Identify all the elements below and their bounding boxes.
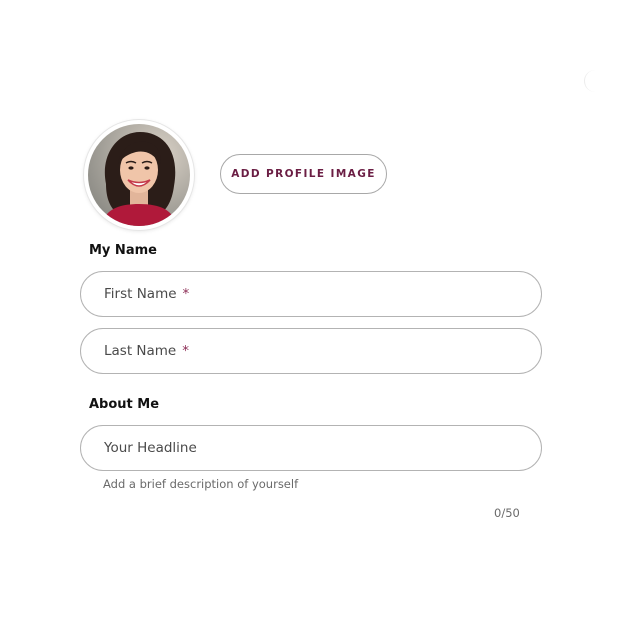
headline-placeholder: Your Headline bbox=[104, 440, 197, 456]
first-name-placeholder: First Name bbox=[104, 286, 177, 302]
about-me-heading: About Me bbox=[89, 397, 160, 412]
add-profile-image-button[interactable]: ADD PROFILE IMAGE bbox=[220, 154, 387, 194]
character-counter: 0/50 bbox=[494, 506, 520, 520]
last-name-field[interactable]: Last Name * bbox=[80, 328, 542, 374]
last-name-placeholder: Last Name bbox=[104, 343, 177, 359]
headline-helper-text: Add a brief description of yourself bbox=[103, 477, 299, 491]
first-name-field[interactable]: First Name * bbox=[80, 271, 542, 317]
avatar[interactable] bbox=[84, 120, 194, 230]
my-name-heading: My Name bbox=[89, 243, 157, 258]
required-indicator: * bbox=[182, 343, 189, 359]
profile-form-page: ADD PROFILE IMAGE My Name First Name * L… bbox=[0, 0, 625, 625]
headline-field[interactable]: Your Headline bbox=[80, 425, 542, 471]
profile-photo-icon bbox=[88, 124, 190, 226]
required-indicator: * bbox=[182, 286, 190, 302]
edge-fragment bbox=[584, 70, 595, 92]
